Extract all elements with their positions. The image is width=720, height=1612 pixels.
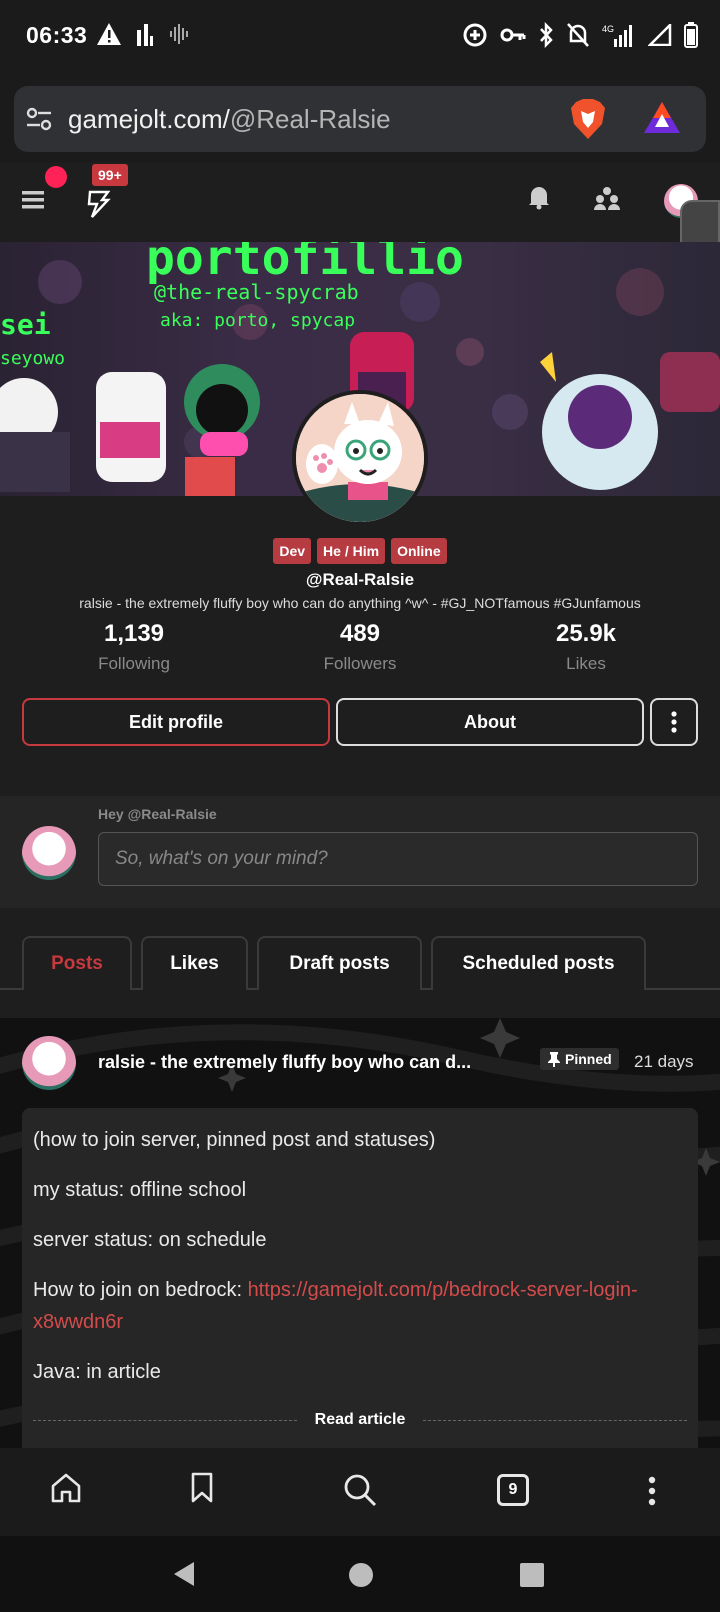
- post-line: Java: in article: [33, 1361, 161, 1383]
- browser-bottom-bar: 9: [0, 1448, 720, 1536]
- signal-bars-icon: [137, 24, 153, 46]
- stat-followers-label: Followers: [323, 654, 397, 673]
- activity-badge: 99+: [92, 164, 128, 186]
- gamejolt-top-nav: 99+: [0, 162, 720, 242]
- post-line: my status: offline school: [33, 1179, 247, 1201]
- about-button[interactable]: About: [336, 698, 644, 746]
- pin-icon: [548, 1052, 560, 1067]
- friends-icon[interactable]: [594, 186, 620, 210]
- stat-likes-label: Likes: [566, 654, 606, 673]
- more-options-button[interactable]: [650, 698, 698, 746]
- tag-dev: Dev: [273, 538, 312, 564]
- bluetooth-icon: [540, 22, 553, 48]
- menu-icon[interactable]: [22, 190, 44, 210]
- post-author-name[interactable]: ralsie - the extremely fluffy boy who ca…: [98, 1052, 520, 1073]
- recents-icon[interactable]: [519, 1562, 545, 1588]
- notifications-off-icon: [567, 23, 589, 47]
- cell-signal-icon: 4G: [602, 24, 632, 47]
- read-article-button[interactable]: Read article: [315, 1411, 406, 1429]
- stat-following-count: 1,139: [103, 620, 165, 647]
- search-icon[interactable]: [342, 1472, 378, 1508]
- profile-tags: Dev He / Him Online: [0, 538, 720, 564]
- banner-left-text-2: seyowo: [0, 348, 66, 369]
- composer-greeting: Hey @Real-Ralsie: [98, 806, 217, 822]
- tab-posts[interactable]: Posts: [22, 936, 132, 990]
- site-settings-icon[interactable]: [24, 104, 54, 134]
- bookmark-icon[interactable]: [190, 1472, 214, 1504]
- warning-icon: [97, 23, 121, 45]
- stat-followers-count: 489: [339, 620, 381, 647]
- edit-profile-button[interactable]: Edit profile: [22, 698, 330, 746]
- profile-bio: ralsie - the extremely fluffy boy who ca…: [79, 595, 641, 611]
- stat-followers[interactable]: 489 Followers: [260, 620, 460, 674]
- battery-icon: [684, 22, 698, 48]
- banner-left-text-1: sei: [0, 308, 51, 341]
- profile-avatar[interactable]: [292, 390, 428, 526]
- tab-draft-posts[interactable]: Draft posts: [257, 936, 422, 990]
- audio-wave-icon: [170, 24, 188, 44]
- status-bar: 06:33 4G: [0, 0, 720, 74]
- svg-text:4G: 4G: [602, 24, 614, 34]
- post-line: server status: on schedule: [33, 1229, 267, 1251]
- browser-toolbar: gamejolt.com/@Real-Ralsie: [0, 74, 720, 162]
- tab-likes[interactable]: Likes: [141, 936, 248, 990]
- post-feed: ralsie - the extremely fluffy boy who ca…: [0, 1018, 720, 1448]
- stat-following-label: Following: [98, 654, 170, 673]
- kebab-menu-icon: [671, 711, 677, 733]
- brave-shields-icon[interactable]: [569, 98, 607, 140]
- wifi-triangle-icon: [648, 24, 672, 46]
- clock: 06:33: [26, 22, 88, 48]
- url-text[interactable]: gamejolt.com/@Real-Ralsie: [68, 104, 391, 135]
- stat-likes[interactable]: 25.9k Likes: [486, 620, 686, 674]
- system-navigation-bar: [0, 1536, 720, 1612]
- post-line-bedrock: How to join on bedrock: https://gamejolt…: [33, 1279, 638, 1333]
- brave-rewards-icon[interactable]: [642, 100, 682, 136]
- pinned-badge: Pinned: [540, 1048, 619, 1070]
- stat-following[interactable]: 1,139 Following: [34, 620, 234, 674]
- vpn-key-icon: [500, 28, 526, 42]
- post-line: (how to join server, pinned post and sta…: [33, 1129, 436, 1151]
- tab-switcher-button[interactable]: 9: [497, 1474, 529, 1506]
- composer-input[interactable]: So, what's on your mind?: [98, 832, 698, 886]
- post-content[interactable]: (how to join server, pinned post and sta…: [22, 1108, 698, 1448]
- stat-likes-count: 25.9k: [555, 620, 617, 647]
- profile-tabs: Posts Likes Draft posts Scheduled posts: [0, 936, 720, 990]
- gamejolt-logo-icon[interactable]: [86, 190, 112, 218]
- profile-username: @Real-Ralsie: [305, 570, 415, 589]
- banner-handle: @the-real-spycrab: [154, 280, 359, 304]
- post-author-avatar[interactable]: [22, 1036, 76, 1090]
- home-circle-icon[interactable]: [348, 1562, 374, 1588]
- banner-aka: aka: porto, spycap: [160, 310, 356, 331]
- bell-icon[interactable]: [528, 184, 550, 210]
- post-timestamp[interactable]: 21 days: [634, 1052, 694, 1072]
- back-icon[interactable]: [172, 1560, 196, 1588]
- post-composer: Hey @Real-Ralsie So, what's on your mind…: [0, 796, 720, 908]
- read-article-divider: Read article: [33, 1411, 687, 1429]
- notification-dot: [45, 166, 67, 188]
- tab-scheduled-posts[interactable]: Scheduled posts: [431, 936, 646, 990]
- data-saver-icon: [463, 23, 487, 47]
- tag-online: Online: [391, 538, 447, 564]
- tag-pronouns: He / Him: [317, 538, 386, 564]
- home-icon[interactable]: [50, 1472, 82, 1504]
- pinned-label: Pinned: [565, 1051, 612, 1067]
- browser-menu-icon[interactable]: [648, 1476, 656, 1506]
- url-bar[interactable]: gamejolt.com/@Real-Ralsie: [14, 86, 706, 152]
- composer-avatar: [22, 826, 76, 880]
- avatar-art: [296, 394, 424, 522]
